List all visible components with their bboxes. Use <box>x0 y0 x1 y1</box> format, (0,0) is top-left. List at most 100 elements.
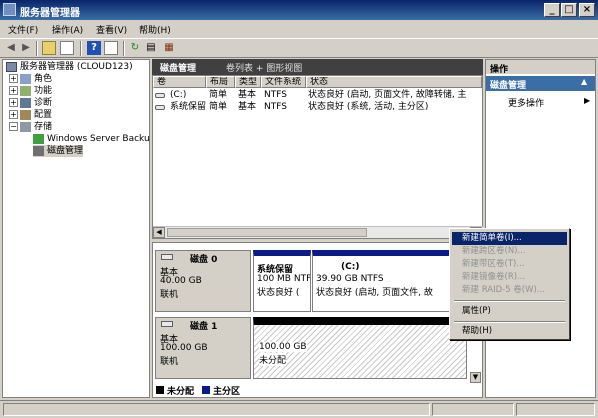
expand-icon[interactable]: + <box>9 98 18 107</box>
status-cell <box>432 403 514 416</box>
menu-help[interactable]: 帮助(H) <box>139 23 171 36</box>
disk-1-label[interactable]: 磁盘 1 基本 100.00 GB 联机 <box>155 317 251 379</box>
volume-row[interactable]: 系统保留 简单 基本 NTFS 状态良好 (系统, 活动, 主分区) <box>153 101 482 113</box>
disk-0-label[interactable]: 磁盘 0 基本 40.00 GB 联机 <box>155 250 251 312</box>
context-menu: 新建简单卷(I)... 新建跨区卷(N)... 新建带区卷(T)... 新建镜像… <box>449 228 570 340</box>
menu-new-raid5-volume[interactable]: 新建 RAID-5 卷(W)... <box>452 284 567 297</box>
menu-action[interactable]: 操作(A) <box>52 23 83 36</box>
center-header: 磁盘管理 卷列表 + 图形视图 <box>152 59 483 75</box>
disk-icon <box>161 254 173 260</box>
tree-item-configuration[interactable]: + 配置 <box>9 109 52 121</box>
collapse-icon[interactable]: − <box>9 122 18 131</box>
tree-item-diagnostics[interactable]: + 诊断 <box>9 97 52 109</box>
back-arrow-icon[interactable]: ◀ <box>4 41 18 55</box>
menu-view[interactable]: 查看(V) <box>96 23 127 36</box>
storage-icon <box>20 121 31 132</box>
toolbar-separator <box>123 41 125 56</box>
expand-icon[interactable]: + <box>9 74 18 83</box>
partition-system-reserved[interactable]: 系统保留 100 MB NTFS 状态良好 ( <box>253 250 311 312</box>
backup-icon <box>33 133 44 144</box>
legend: 未分配 主分区 <box>156 384 356 397</box>
tree-root[interactable]: 服务器管理器 (CLOUD123) <box>6 61 133 73</box>
status-cell <box>3 403 430 416</box>
column-header-volume[interactable]: 卷 <box>153 76 206 88</box>
forward-arrow-icon[interactable]: ▶ <box>19 41 33 55</box>
configuration-icon <box>20 109 31 120</box>
tree-item-label: 功能 <box>34 86 53 96</box>
help-icon[interactable]: ? <box>87 41 101 55</box>
navigation-tree: 服务器管理器 (CLOUD123) + 角色 + 功能 + 诊断 + 配置 − 存储 Wi… <box>2 59 150 398</box>
menu-new-simple-volume[interactable]: 新建简单卷(I)... <box>452 232 567 245</box>
tree-item-features[interactable]: + 功能 <box>9 85 52 97</box>
partition-size: 100 MB NTFS <box>257 274 311 284</box>
disk-size: 100.00 GB <box>160 343 208 353</box>
volume-name: 系统保留 <box>170 102 207 112</box>
menu-help[interactable]: 帮助(H) <box>452 325 567 338</box>
menu-new-spanned-volume[interactable]: 新建跨区卷(N)... <box>452 245 567 258</box>
menu-new-mirrored-volume[interactable]: 新建镜像卷(R)... <box>452 271 567 284</box>
volume-status: 状态良好 (系统, 活动, 主分区) <box>308 102 429 112</box>
settings-icon[interactable]: ▦ <box>162 41 176 55</box>
status-bar <box>0 400 598 418</box>
more-actions[interactable]: 更多操作 <box>508 96 544 109</box>
column-header-filesystem[interactable]: 文件系统 <box>261 76 306 88</box>
actions-header: 操作 <box>486 60 595 75</box>
show-hide-tree-icon[interactable] <box>60 41 74 55</box>
partition-size: 39.90 GB NTFS <box>316 274 384 284</box>
menu-properties[interactable]: 属性(P) <box>452 305 567 318</box>
tree-item-disk-management[interactable]: 磁盘管理 <box>33 145 84 157</box>
close-button[interactable]: × <box>579 3 595 17</box>
scroll-thumb[interactable] <box>167 228 367 237</box>
partition-status: 状态良好 ( <box>257 288 300 298</box>
expand-icon[interactable]: + <box>9 110 18 119</box>
status-cell <box>516 403 595 416</box>
disk-size: 40.00 GB <box>160 276 202 286</box>
restore-button[interactable]: □ <box>561 3 577 17</box>
tree-item-windows-server-backup[interactable]: Windows Server Backup <box>33 133 149 145</box>
actions-disk-management[interactable]: 磁盘管理 ▲ <box>486 76 595 91</box>
title-bar[interactable]: 服务器管理器 _ □ × <box>0 0 598 20</box>
toolbar-separator <box>36 41 38 56</box>
menu-file[interactable]: 文件(F) <box>8 23 38 36</box>
partition-unallocated[interactable]: 100.00 GB 未分配 <box>253 317 467 379</box>
actions-section-label: 磁盘管理 <box>490 81 527 91</box>
export-list-icon[interactable] <box>104 41 118 55</box>
tree-item-label: 诊断 <box>34 98 53 108</box>
volume-type: 基本 <box>238 102 257 112</box>
disk-name: 磁盘 0 <box>190 255 218 265</box>
server-manager-icon <box>3 3 16 16</box>
partition-c[interactable]: (C:) 39.90 GB NTFS 状态良好 (启动, 页面文件, 故 <box>312 250 450 312</box>
refresh-icon[interactable]: ↻ <box>128 41 142 55</box>
partition-status: 状态良好 (启动, 页面文件, 故 <box>316 288 433 298</box>
column-header-layout[interactable]: 布局 <box>206 76 235 88</box>
scroll-left-icon[interactable]: ◀ <box>153 227 165 238</box>
expand-icon[interactable]: + <box>9 86 18 95</box>
volume-icon <box>155 105 165 110</box>
partition-status: 未分配 <box>259 353 287 366</box>
disk-icon <box>161 321 173 327</box>
minimize-button[interactable]: _ <box>544 3 560 17</box>
properties-icon[interactable]: ▤ <box>144 41 158 55</box>
volume-row[interactable]: (C:) 简单 基本 NTFS 状态良好 (启动, 页面文件, 故障转储, 主 <box>153 89 482 101</box>
volume-layout: 简单 <box>209 90 228 100</box>
roles-icon <box>20 73 31 84</box>
legend-unallocated-swatch <box>156 386 164 394</box>
volume-filesystem: NTFS <box>264 102 287 112</box>
tree-item-storage[interactable]: − 存储 <box>9 121 52 133</box>
column-header-status[interactable]: 状态 <box>306 76 482 88</box>
features-icon <box>20 85 31 96</box>
up-folder-icon[interactable] <box>42 41 56 55</box>
tree-item-label: 存储 <box>34 122 53 132</box>
legend-unallocated-label: 未分配 <box>167 387 195 397</box>
legend-primary-label: 主分区 <box>213 387 241 397</box>
tree-item-roles[interactable]: + 角色 <box>9 73 52 85</box>
chevron-right-icon: ▶ <box>584 96 591 105</box>
volume-icon <box>155 93 165 98</box>
horizontal-scrollbar[interactable]: ◀ ▶ <box>153 226 483 238</box>
scroll-down-icon[interactable]: ▼ <box>470 372 481 383</box>
disk-state: 联机 <box>160 290 179 300</box>
menu-new-striped-volume[interactable]: 新建带区卷(T)... <box>452 258 567 271</box>
column-header-type[interactable]: 类型 <box>235 76 261 88</box>
menu-bar: 文件(F) 操作(A) 查看(V) 帮助(H) <box>0 20 598 38</box>
collapse-up-icon[interactable]: ▲ <box>581 77 587 86</box>
